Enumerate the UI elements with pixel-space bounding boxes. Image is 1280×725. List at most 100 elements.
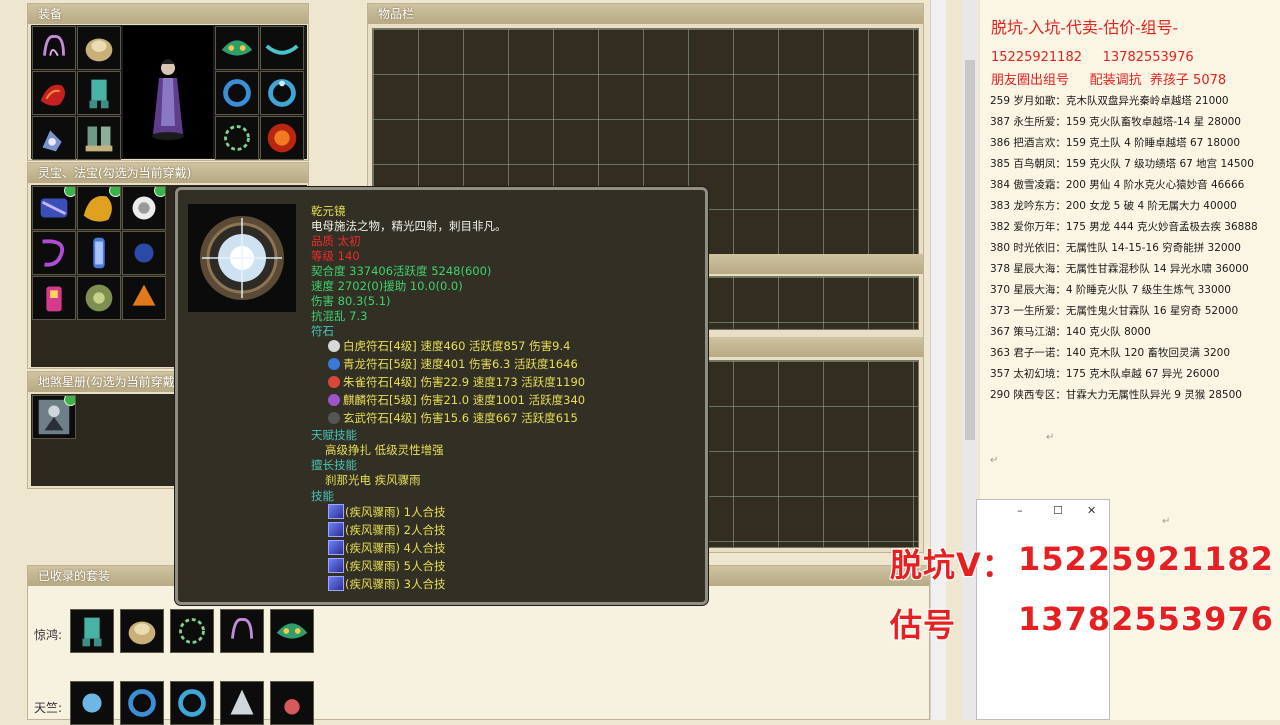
rune-text: 朱雀符石[4级] 伤害22.9 速度173 活跃度1190 xyxy=(343,375,586,389)
notes-line3: 朋友圈出组号 配装调抗 养孩子 5078 xyxy=(991,73,1227,88)
lingbao-slot-6-icon[interactable] xyxy=(122,231,166,275)
lingbao-slot-3-icon[interactable] xyxy=(122,186,166,230)
paragraph-mark-icon: ↵ xyxy=(990,455,999,466)
lingbao-slot-2-icon[interactable] xyxy=(77,186,121,230)
rune-row: 青龙符石[5级] 速度401 伤害6.3 活跃度1646 xyxy=(328,357,578,372)
equipped-check-icon[interactable] xyxy=(64,396,75,406)
equip-slot-armor-icon[interactable] xyxy=(77,26,121,70)
lingbao-slot-5-icon[interactable] xyxy=(77,231,121,275)
listing-row: 378 星辰大海：无属性甘霖混秒队 14 异光水啸 36000 xyxy=(990,263,1249,275)
inventory-title: 物品栏 xyxy=(368,4,923,24)
equipment-title: 装备 xyxy=(28,4,308,24)
suit2-item-4-icon[interactable] xyxy=(220,681,264,725)
lingbao-slot-7-icon[interactable] xyxy=(32,276,76,320)
lingbao-slot-9-icon[interactable] xyxy=(122,276,166,320)
lingbao-slot-1-icon[interactable] xyxy=(32,186,76,230)
rune-gem-icon xyxy=(328,394,340,406)
shanchang-label: 擅长技能 xyxy=(311,458,357,472)
equip-slot-weapon-icon[interactable] xyxy=(32,71,76,115)
suit-row-label: 惊鸿: xyxy=(34,628,63,642)
overlay-label-2: 估号 xyxy=(890,606,957,644)
skill-text: (疾风骤雨) 1人合技 xyxy=(345,505,446,519)
listing-row: 387 永生所爱：159 克火队畜牧卓越塔-14 星 28000 xyxy=(990,116,1241,128)
rune-row: 麒麟符石[5级] 伤害21.0 速度1001 活跃度340 xyxy=(328,393,585,408)
rune-row: 玄武符石[4级] 伤害15.6 速度667 活跃度615 xyxy=(328,411,578,426)
rune-row: 白虎符石[4级] 速度460 活跃度857 伤害9.4 xyxy=(328,339,570,354)
equip-slot-shoes-icon[interactable] xyxy=(77,116,121,160)
lingbao-slot-8-icon[interactable] xyxy=(77,276,121,320)
rune-row: 朱雀符石[4级] 伤害22.9 速度173 活跃度1190 xyxy=(328,375,585,390)
item-tooltip: 乾元镜 电母施法之物，精光四射，刺目非凡。 品质 太初 等级 140 契合度 3… xyxy=(175,187,708,605)
skill-icon xyxy=(328,522,344,537)
item-damage: 伤害 80.3(5.1) xyxy=(311,294,391,308)
suit2-item-2-icon[interactable] xyxy=(120,681,164,725)
equipment-panel: 装备 xyxy=(27,3,309,161)
skill-icon xyxy=(328,504,344,519)
equipped-check-icon[interactable] xyxy=(109,187,120,197)
listing-row: 380 时光依旧：无属性队 14-15-16 穷奇能拼 32000 xyxy=(990,242,1241,254)
shanchang-value: 刹那光电 疾风骤雨 xyxy=(325,473,421,487)
item-speed: 速度 2702(0)援助 10.0(0.0) xyxy=(311,279,463,293)
overlay-label-1: 脱坑V： xyxy=(890,546,1015,584)
suit1-item-helmet-icon[interactable] xyxy=(220,609,264,653)
disha-slot-1-icon[interactable] xyxy=(32,395,76,439)
listing-row: 382 爱你万年：175 男龙 444 克火妙音孟极去疾 36888 xyxy=(990,221,1258,233)
rune-text: 麒麟符石[5级] 伤害21.0 速度1001 活跃度340 xyxy=(343,393,586,407)
lingbao-title: 灵宝、法宝(勾选为当前穿戴) xyxy=(28,163,308,183)
suit2-item-3-icon[interactable] xyxy=(170,681,214,725)
listing-row: 383 龙吟东方：200 女龙 5 破 4 阶无属大力 40000 xyxy=(990,200,1237,212)
skill-text: (疾风骤雨) 5人合技 xyxy=(345,559,446,573)
equipped-check-icon[interactable] xyxy=(64,187,75,197)
suit2-item-5-icon[interactable] xyxy=(270,681,314,725)
rune-text: 青龙符石[5级] 速度401 伤害6.3 活跃度1646 xyxy=(343,357,578,371)
window-minimize-button[interactable]: – xyxy=(1017,504,1023,517)
item-resist: 抗混乱 7.3 xyxy=(311,309,368,323)
scrollbar-thumb[interactable] xyxy=(965,60,975,440)
equip-slot-necklace-icon[interactable] xyxy=(32,116,76,160)
skill-icon xyxy=(328,558,344,573)
window-maximize-button[interactable]: ☐ xyxy=(1053,504,1063,517)
listing-row: 370 星辰大海：4 阶睡克火队 7 级生生炼气 33000 xyxy=(990,284,1231,296)
equip-slot-mask-icon[interactable] xyxy=(215,26,259,70)
suit1-item-jade-icon[interactable] xyxy=(170,609,214,653)
tianfu-label: 天赋技能 xyxy=(311,428,357,442)
item-quality: 品质 太初 xyxy=(311,234,361,248)
equip-slot-helmet-icon[interactable] xyxy=(32,26,76,70)
equip-slot-jade-icon[interactable] xyxy=(215,116,259,160)
suit1-item-mask-icon[interactable] xyxy=(270,609,314,653)
equip-slot-orb-icon[interactable] xyxy=(260,116,304,160)
listing-row: 385 百鸟朝凤：159 克火队 7 级功绩塔 67 地宫 14500 xyxy=(990,158,1254,170)
item-description: 电母施法之物，精光四射，刺目非凡。 xyxy=(311,219,507,233)
listing-row: 373 一生所爱：无属性鬼火甘霖队 16 星穷奇 52000 xyxy=(990,305,1239,317)
listing-row: 367 策马江湖：140 克火队 8000 xyxy=(990,326,1151,338)
rune-gem-icon xyxy=(328,376,340,388)
suit-row-label: 天竺: xyxy=(34,701,63,715)
skill-row: (疾风骤雨) 4人合技 xyxy=(328,540,445,556)
runes-label: 符石 xyxy=(311,324,334,338)
item-image-icon xyxy=(188,204,296,312)
rune-gem-icon xyxy=(328,340,340,352)
suit1-item-boots-icon[interactable] xyxy=(70,609,114,653)
listing-row: 386 把酒言欢：159 克土队 4 阶睡卓越塔 67 18000 xyxy=(990,137,1241,149)
listing-row: 357 太初幻境：175 克木队卓越 67 异光 26000 xyxy=(990,368,1220,380)
suit2-item-1-icon[interactable] xyxy=(70,681,114,725)
suit1-item-armor-icon[interactable] xyxy=(120,609,164,653)
character-portrait xyxy=(123,26,213,158)
rune-text: 白虎符石[4级] 速度460 活跃度857 伤害9.4 xyxy=(343,339,571,353)
skills-label: 技能 xyxy=(311,489,334,503)
listing-row: 363 君子一诺：140 克木队 120 畜牧回灵满 3200 xyxy=(990,347,1231,359)
equip-slot-boots-icon[interactable] xyxy=(77,71,121,115)
skill-icon xyxy=(328,576,344,591)
window-close-button[interactable]: ✕ xyxy=(1087,504,1096,517)
equip-slot-ring2-icon[interactable] xyxy=(260,71,304,115)
lingbao-slot-4-icon[interactable] xyxy=(32,231,76,275)
skill-text: (疾风骤雨) 2人合技 xyxy=(345,523,446,537)
paragraph-mark-icon: ↵ xyxy=(1046,432,1055,443)
overlay-number-2: 13782553976 xyxy=(1018,600,1274,638)
item-level: 等级 140 xyxy=(311,249,360,263)
equip-slot-ring1-icon[interactable] xyxy=(215,71,259,115)
equip-slot-bracelet-icon[interactable] xyxy=(260,26,304,70)
equipped-check-icon[interactable] xyxy=(154,187,165,197)
skill-row: (疾风骤雨) 1人合技 xyxy=(328,504,445,520)
equipment-slots xyxy=(31,25,307,160)
